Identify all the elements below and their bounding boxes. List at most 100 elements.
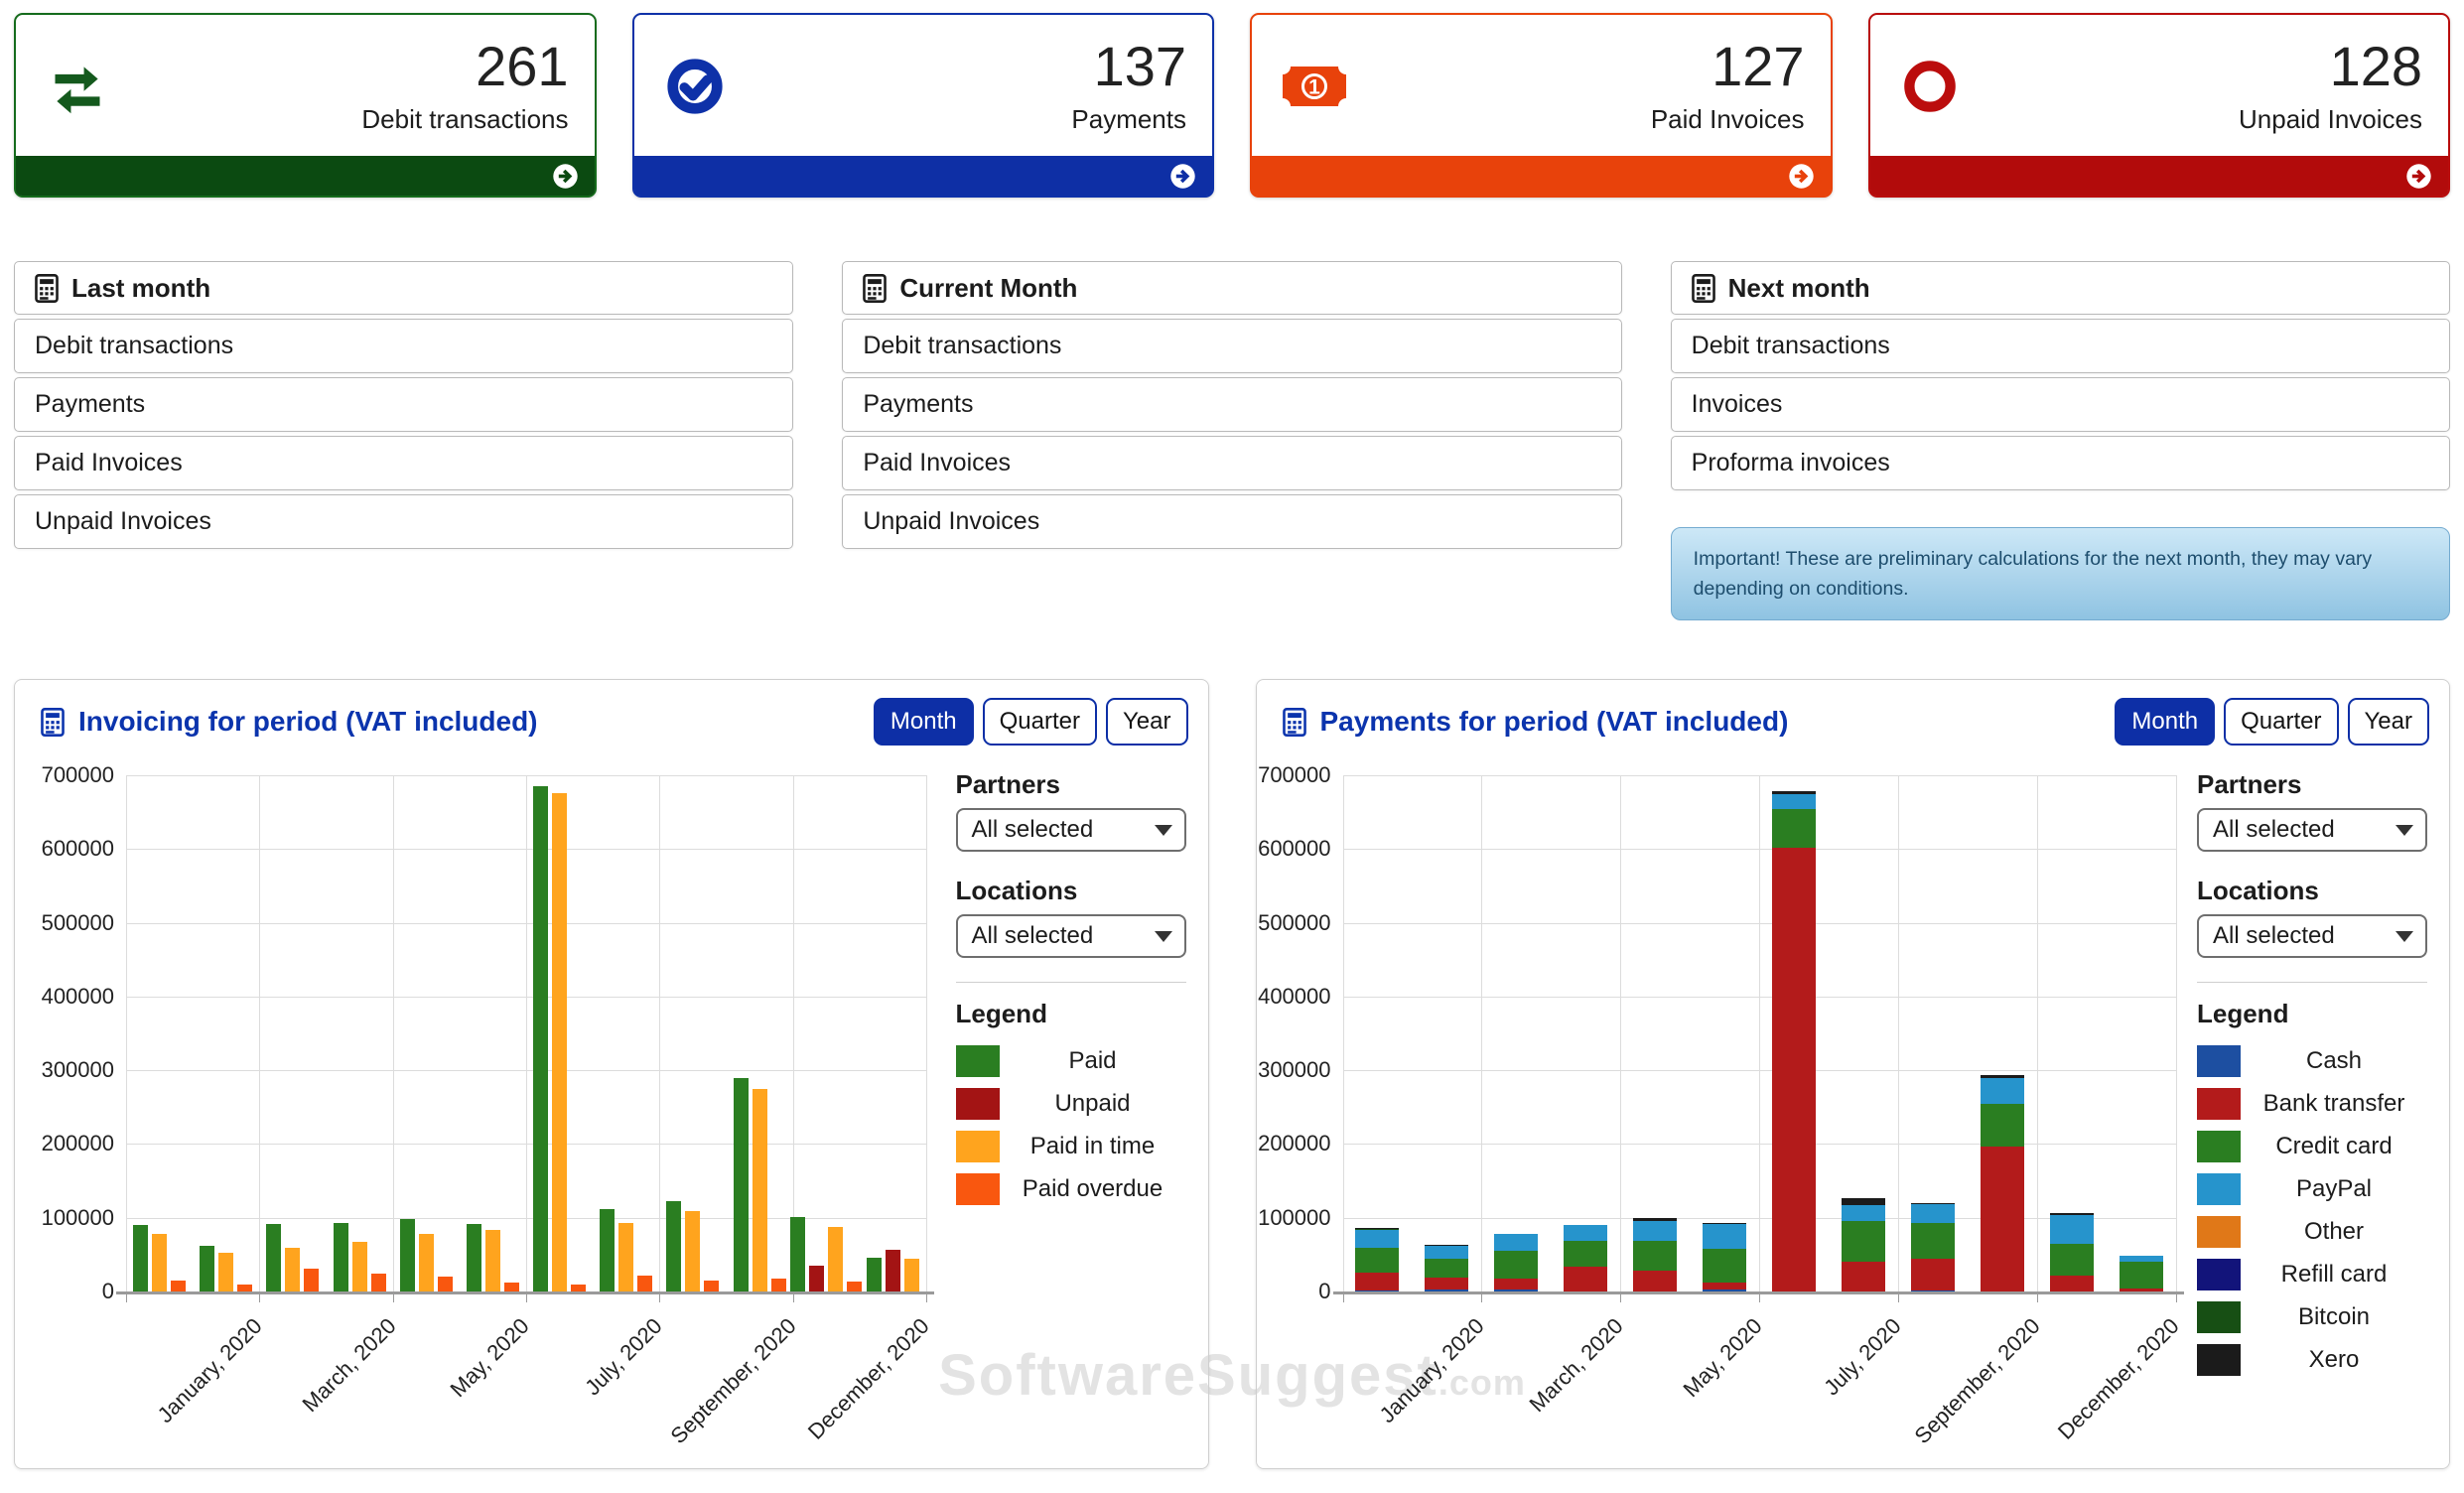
paid-in-time-bar xyxy=(485,1230,500,1291)
legend-swatch xyxy=(2197,1131,2241,1162)
axis-tick xyxy=(259,1294,260,1302)
paid-bar xyxy=(533,786,548,1291)
summary-panel-title: Last month xyxy=(71,273,210,304)
year-button[interactable]: Year xyxy=(2348,698,2430,746)
legend-item-cash: Cash xyxy=(2197,1045,2427,1077)
axis-tick xyxy=(926,1294,927,1302)
bank-transfer-segment xyxy=(2120,1289,2163,1291)
arrow-circle-right-icon xyxy=(1788,163,1815,190)
y-axis-label: 700000 xyxy=(1244,762,1331,788)
locations-select[interactable]: All selected xyxy=(956,914,1186,958)
legend-label: Unpaid xyxy=(1000,1090,1186,1118)
bank-transfer-segment xyxy=(2050,1276,2094,1291)
paid-overdue-bar xyxy=(237,1285,252,1291)
y-axis-label: 100000 xyxy=(27,1205,114,1231)
legend-swatch xyxy=(2197,1301,2241,1333)
paid-overdue-bar xyxy=(571,1285,586,1291)
stat-card-text: 137Payments xyxy=(1071,38,1186,135)
quarter-button[interactable]: Quarter xyxy=(983,698,1097,746)
paid-in-time-bar xyxy=(152,1234,167,1291)
legend-swatch xyxy=(2197,1259,2241,1290)
paid-bar xyxy=(400,1219,415,1291)
month-button[interactable]: Month xyxy=(874,698,974,746)
partners-select[interactable]: All selected xyxy=(956,808,1186,852)
xero-segment xyxy=(1772,791,1816,794)
axis-tick xyxy=(526,1294,527,1302)
legend-label: Paid in time xyxy=(1000,1133,1186,1160)
summary-item-label: Proforma invoices xyxy=(1692,449,1890,477)
quarter-button[interactable]: Quarter xyxy=(2224,698,2338,746)
y-axis-label: 300000 xyxy=(1244,1057,1331,1083)
partners-select-value: All selected xyxy=(972,816,1094,844)
xero-segment xyxy=(1425,1245,1468,1246)
year-button[interactable]: Year xyxy=(1106,698,1188,746)
legend-item-bitcoin: Bitcoin xyxy=(2197,1301,2427,1333)
legend-label: Cash xyxy=(2241,1047,2427,1075)
legend-title: Legend xyxy=(2197,999,2427,1029)
paid-in-time-bar xyxy=(828,1227,843,1291)
y-axis-label: 400000 xyxy=(27,984,114,1010)
stat-card-value: 261 xyxy=(361,38,568,96)
legend-item-refill-card: Refill card xyxy=(2197,1259,2427,1290)
v-gridline xyxy=(926,775,927,1291)
legend-item-paypal: PayPal xyxy=(2197,1173,2427,1205)
stat-card-footer-link[interactable] xyxy=(16,156,595,196)
paid-in-time-bar xyxy=(618,1223,633,1291)
partners-label: Partners xyxy=(956,769,1186,800)
next-month-notice: Important! These are preliminary calcula… xyxy=(1671,527,2450,620)
y-axis-label: 400000 xyxy=(1244,984,1331,1010)
chart-title: Payments for period (VAT included) xyxy=(1283,706,1789,738)
partners-select[interactable]: All selected xyxy=(2197,808,2427,852)
bank-transfer-segment xyxy=(1425,1278,1468,1289)
paypal-segment xyxy=(1425,1246,1468,1259)
paid-bar xyxy=(467,1224,481,1291)
credit-card-segment xyxy=(2050,1244,2094,1276)
calculator-icon xyxy=(35,274,59,303)
bank-transfer-segment xyxy=(1981,1147,2024,1291)
stat-card-payments: 137Payments xyxy=(632,13,1215,198)
summary-item-label: Payments xyxy=(863,390,973,419)
axis-tick xyxy=(393,1294,394,1302)
paid-overdue-bar xyxy=(704,1281,719,1291)
caret-down-icon xyxy=(1155,825,1172,836)
month-button[interactable]: Month xyxy=(2115,698,2215,746)
legend-label: Paid xyxy=(1000,1047,1186,1075)
stat-card-footer-link[interactable] xyxy=(1252,156,1831,196)
paid-in-time-bar xyxy=(218,1253,233,1291)
summary-item-label: Debit transactions xyxy=(863,332,1061,360)
chart-title: Invoicing for period (VAT included) xyxy=(41,706,538,738)
legend-label: Other xyxy=(2241,1218,2427,1246)
calculator-icon xyxy=(1692,274,1715,303)
summary-item-label: Debit transactions xyxy=(35,332,233,360)
stat-card-label: Payments xyxy=(1071,104,1186,135)
stat-card-footer-link[interactable] xyxy=(634,156,1213,196)
locations-select[interactable]: All selected xyxy=(2197,914,2427,958)
credit-card-segment xyxy=(1425,1259,1468,1278)
paid-in-time-bar xyxy=(552,793,567,1291)
period-buttons: MonthQuarterYear xyxy=(2115,698,2429,746)
paypal-segment xyxy=(1981,1078,2024,1104)
y-axis-label: 600000 xyxy=(27,836,114,862)
y-axis-label: 200000 xyxy=(27,1131,114,1156)
v-gridline xyxy=(659,775,660,1291)
credit-card-segment xyxy=(1355,1248,1399,1273)
legend-item-credit-card: Credit card xyxy=(2197,1131,2427,1162)
paid-bar xyxy=(734,1078,749,1291)
stat-card-body: 128Unpaid Invoices xyxy=(1870,15,2449,158)
stat-card-footer-link[interactable] xyxy=(1870,156,2449,196)
y-axis-label: 200000 xyxy=(1244,1131,1331,1156)
credit-card-segment xyxy=(1494,1251,1538,1279)
money-bill-icon: 1 xyxy=(1282,62,1347,111)
cash-segment xyxy=(1355,1290,1399,1291)
paid-overdue-bar xyxy=(438,1277,453,1291)
stat-card-text: 127Paid Invoices xyxy=(1651,38,1805,135)
divider xyxy=(2197,982,2427,983)
ring-icon xyxy=(1900,57,1960,116)
caret-down-icon xyxy=(2396,931,2413,942)
paid-overdue-bar xyxy=(771,1279,786,1291)
legend-item-paid: Paid xyxy=(956,1045,1186,1077)
summary-item-label: Unpaid Invoices xyxy=(35,507,211,536)
axis-tick xyxy=(2176,1294,2177,1302)
summary-panel-current-month: Current MonthDebit transactionsPaymentsP… xyxy=(842,261,1621,620)
axis-tick xyxy=(1759,1294,1760,1302)
